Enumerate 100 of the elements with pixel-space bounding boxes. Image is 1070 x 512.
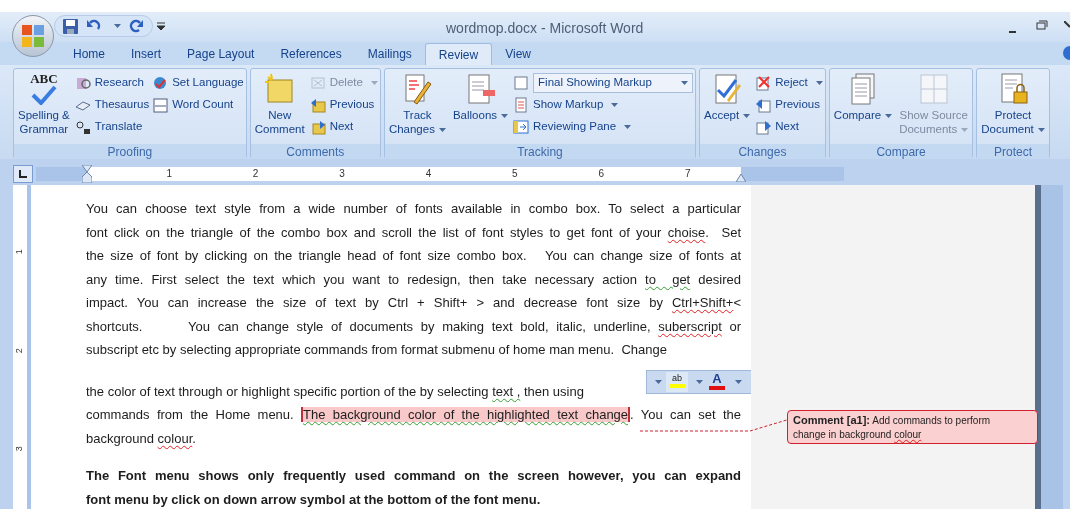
command-icon [152, 75, 169, 91]
ribbon-large-button[interactable]: ABC Spelling & Grammar [16, 72, 72, 144]
highlight-button[interactable]: ab [666, 372, 688, 392]
markup-dropdown[interactable]: Final Showing Markup [533, 73, 694, 93]
group-label: Tracking [384, 144, 696, 159]
dropdown-caret-icon [611, 103, 619, 107]
ribbon-tab[interactable]: Review [424, 43, 493, 65]
ribbon-tab[interactable]: Mailings [354, 43, 425, 65]
dropdown-caret-icon [624, 125, 632, 129]
ribbon-tab[interactable]: References [267, 43, 355, 65]
ruler-number: 3 [13, 446, 26, 452]
vertical-scrollbar[interactable] [1041, 185, 1063, 509]
command-icon [755, 97, 772, 113]
text-span: . [192, 430, 196, 446]
text-span: suberscript [658, 318, 722, 334]
command-icon [755, 119, 772, 135]
ribbon-button[interactable]: Research [74, 72, 150, 94]
indent-marker-icon[interactable] [82, 165, 92, 183]
commented-text: The background color of the highlighted text change [301, 407, 631, 422]
text-span: < [733, 295, 741, 310]
text-span: then using [522, 383, 584, 399]
dropdown-caret-icon [655, 380, 662, 384]
text-span: or [728, 318, 741, 334]
ribbon-large-button[interactable]: Protect Document [979, 72, 1047, 144]
save-icon[interactable] [63, 18, 78, 34]
ruler-number: 1 [166, 169, 172, 179]
ribbon-large-button[interactable]: Compare [831, 72, 895, 144]
ribbon-tab[interactable]: Page Layout [174, 43, 268, 65]
ribbon-tab[interactable]: View [492, 43, 544, 65]
ribbon-large-button[interactable]: Balloons [450, 72, 511, 144]
command-icon [513, 119, 530, 135]
ruler-number: 2 [252, 169, 259, 179]
right-indent-marker-icon[interactable] [736, 174, 746, 182]
text-span: background [86, 430, 155, 446]
redo-icon[interactable] [129, 18, 144, 34]
command-icon [152, 97, 169, 113]
ribbon-button[interactable]: Thesaurus [74, 94, 150, 116]
group-label: Protect [977, 144, 1049, 159]
text-span: text , [492, 383, 521, 399]
group-label: Changes [700, 144, 825, 159]
help-icon[interactable] [1062, 45, 1070, 61]
ribbon-button[interactable]: Translate [74, 116, 150, 138]
group-label: Proofing [14, 144, 246, 159]
ribbon-button[interactable]: Reviewing Pane [513, 116, 694, 138]
text-span: to get [645, 271, 691, 287]
ribbon-button[interactable]: Show Markup [513, 94, 694, 116]
dropdown-caret-icon [696, 380, 703, 384]
ribbon-button[interactable]: Word Count [152, 94, 244, 116]
ruler-number: 2 [13, 347, 26, 353]
dropdown-caret-icon [370, 81, 378, 85]
ribbon-large-button[interactable]: New Comment [252, 72, 307, 144]
text-span: You can choose text style from a wide number of fonts available in combo box. To select a particular [86, 201, 741, 216]
command-icon [309, 75, 326, 91]
text-span: impact. You can increase the size of text by Ctrl + Shift+ > and decrease font size by [86, 295, 664, 310]
ribbon-tab[interactable]: Insert [118, 43, 175, 65]
office-logo-icon [21, 24, 45, 48]
dropdown-caret-icon [114, 24, 121, 28]
comment-text: Add commands to perform [872, 415, 991, 426]
ruler-number: 3 [339, 169, 345, 179]
comment-text: change in background [793, 428, 893, 442]
text-span: colour [157, 430, 193, 446]
text-span: The Font menu shows only frequently used command on the screen however, you can expand [86, 468, 741, 483]
command-icon [755, 75, 772, 91]
restore-icon[interactable] [1036, 20, 1048, 30]
text-span: commands from the Home menu. [86, 407, 295, 422]
dropdown-caret-icon [743, 113, 751, 118]
dropdown-caret-icon [735, 380, 742, 384]
ribbon-large-button[interactable]: Track Changes [386, 72, 448, 144]
dropdown-caret-icon [438, 127, 446, 132]
ribbon-button[interactable]: Reject [755, 72, 823, 94]
dropdown-caret-icon [961, 127, 969, 132]
dropdown-caret-icon [681, 81, 689, 85]
text-span: shortcuts. You can change style of documents by making text bold, italic, underline, [86, 318, 652, 334]
text-span: the color of text through or highlight specific portion of the by selecting [86, 383, 490, 399]
ruler-number: 1 [13, 249, 26, 255]
text-span: . You can set the [630, 407, 741, 422]
command-icon [513, 75, 530, 91]
text-span: . Set [705, 224, 741, 240]
ribbon-button[interactable]: Next [755, 116, 823, 138]
ruler-number: 5 [512, 169, 518, 179]
command-icon [74, 75, 91, 91]
text-span: any time. First select the text which you want to redesign, then take necessary action [86, 271, 638, 287]
text-span: Ctrl+Shift+ [672, 295, 734, 310]
ribbon-button[interactable]: Previous [755, 94, 823, 116]
ribbon-button[interactable]: Next [309, 116, 378, 138]
ribbon-large-button[interactable]: Accept [702, 72, 753, 144]
ribbon-tab[interactable]: Home [60, 43, 118, 65]
dropdown-caret-icon [1037, 127, 1045, 132]
command-icon [513, 97, 530, 113]
ribbon-button[interactable]: Set Language [152, 72, 244, 94]
flagged-word: colour [894, 428, 922, 442]
ribbon-button[interactable]: Previous [309, 94, 378, 116]
command-icon [74, 119, 91, 135]
tab-stop-selector[interactable] [13, 165, 33, 183]
text-span: font click on the triangle of the combo box and scroll the list of font styles to get font of your [86, 224, 663, 240]
ruler-number: 4 [425, 169, 432, 179]
group-label: Compare [829, 144, 973, 159]
text-span: font menu by click on down arrow symbol at the bottom of the font menu. [86, 491, 541, 507]
font-color-button[interactable]: A [707, 372, 727, 392]
customize-toolbar-icon[interactable] [157, 22, 165, 30]
